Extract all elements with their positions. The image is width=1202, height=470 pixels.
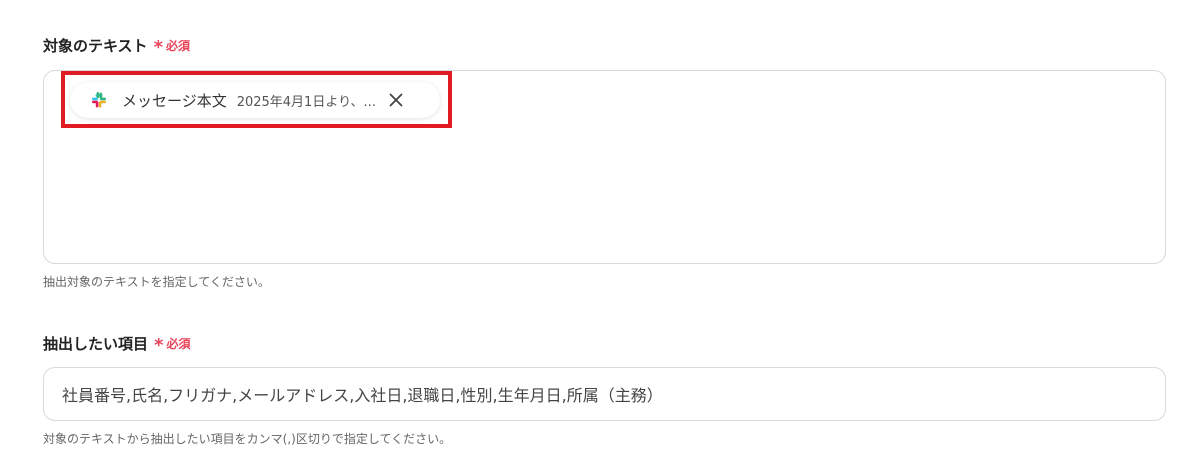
variable-chip[interactable]: メッセージ本文 2025年4月1日より、... bbox=[70, 82, 440, 118]
target-text-help: 抽出対象のテキストを指定してください。 bbox=[43, 275, 270, 289]
target-text-label: 対象のテキスト * 必須 bbox=[43, 35, 190, 56]
chip-title: メッセージ本文 bbox=[122, 91, 227, 110]
extract-items-label-text: 抽出したい項目 bbox=[43, 335, 149, 353]
required-badge: 必須 bbox=[165, 39, 190, 53]
slack-icon bbox=[92, 92, 106, 108]
close-icon[interactable] bbox=[388, 92, 404, 108]
required-badge: 必須 bbox=[166, 337, 191, 351]
extract-items-help: 対象のテキストから抽出したい項目をカンマ(,)区切りで指定してください。 bbox=[43, 432, 452, 446]
required-star: * bbox=[154, 334, 164, 356]
target-text-label-text: 対象のテキスト bbox=[43, 37, 148, 55]
target-text-input[interactable]: メッセージ本文 2025年4月1日より、... bbox=[43, 70, 1166, 264]
extract-items-label: 抽出したい項目 * 必須 bbox=[43, 333, 190, 354]
required-star: * bbox=[153, 36, 163, 58]
extract-items-input[interactable]: 社員番号,氏名,フリガナ,メールアドレス,入社日,退職日,性別,生年月日,所属（… bbox=[43, 367, 1166, 421]
extract-items-value: 社員番号,氏名,フリガナ,メールアドレス,入社日,退職日,性別,生年月日,所属（… bbox=[62, 386, 663, 405]
chip-preview: 2025年4月1日より、... bbox=[236, 94, 376, 110]
